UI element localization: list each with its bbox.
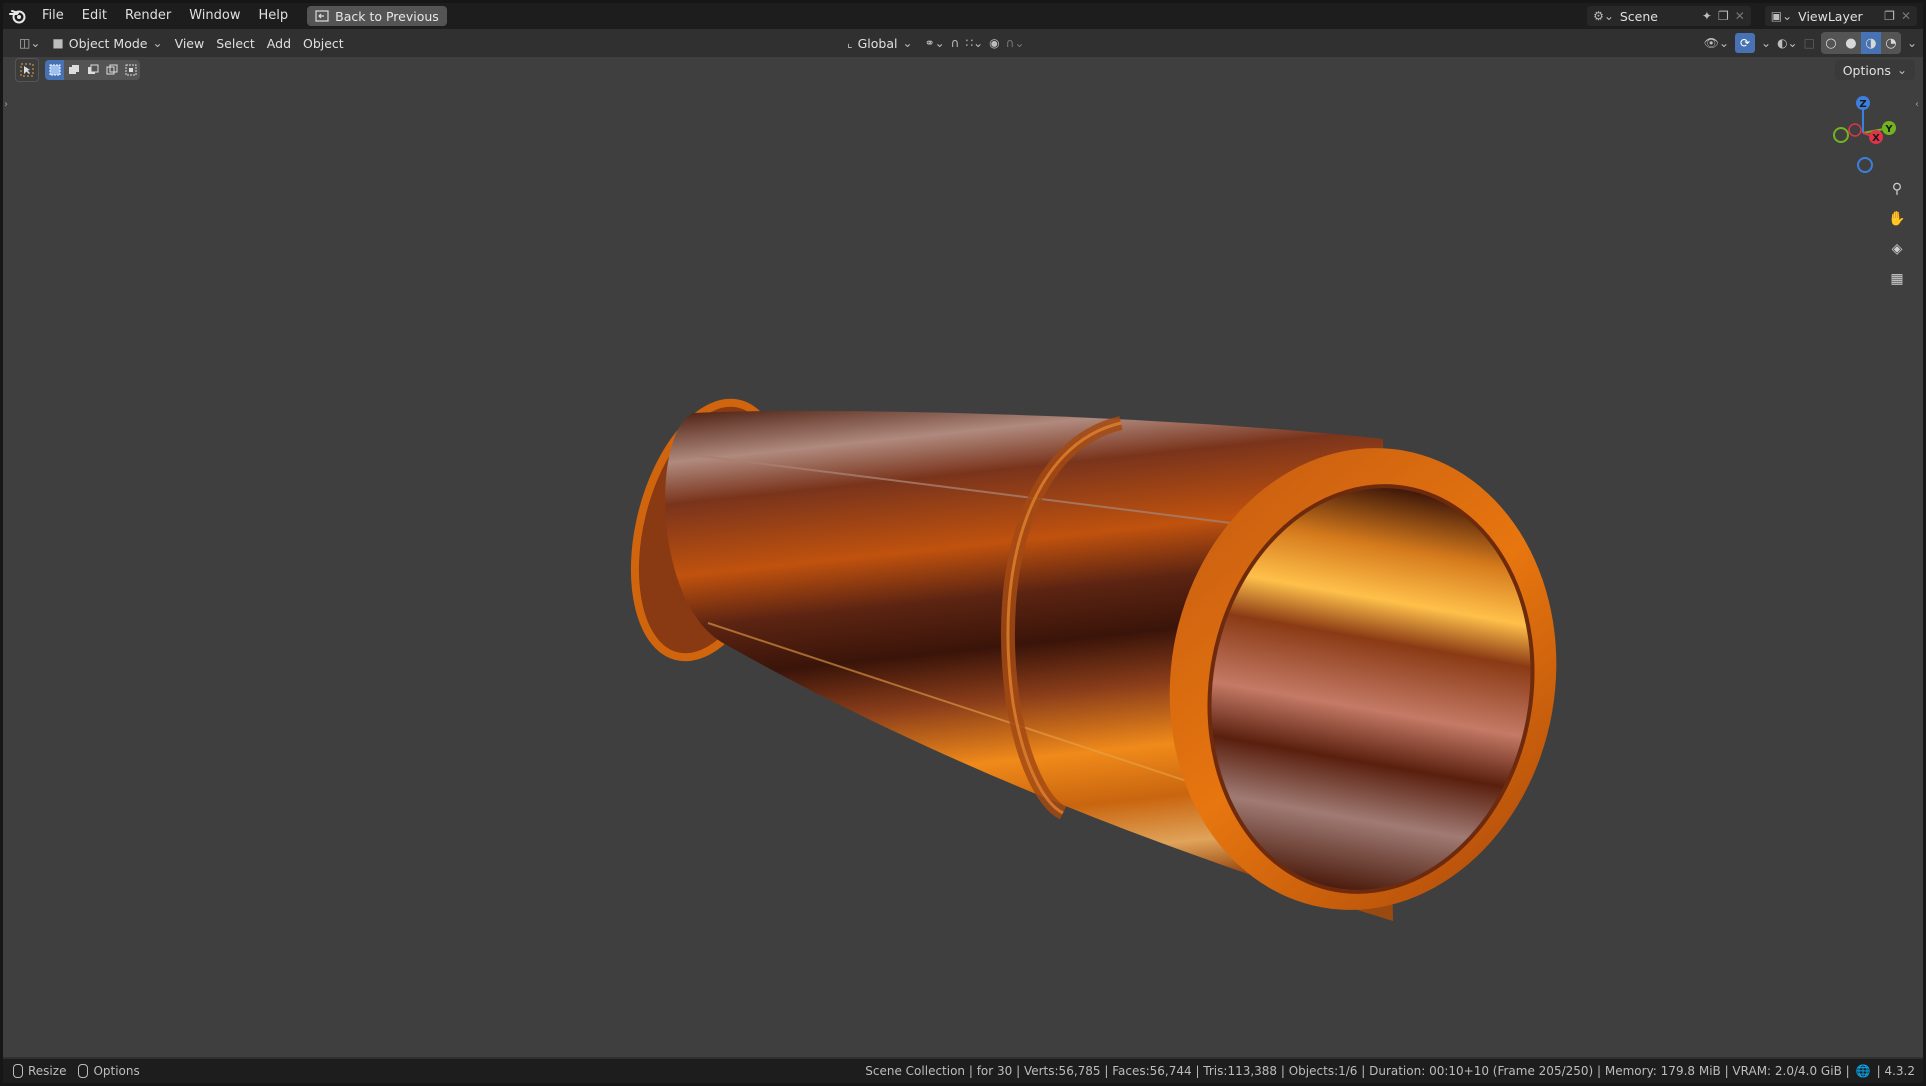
- scene-statistics: Scene Collection | for 30 | Verts:56,785…: [865, 1059, 1915, 1083]
- options-hint: Options: [78, 1063, 140, 1079]
- chevron-down-icon: ⌄: [152, 36, 163, 50]
- scene-icon: ⚙⌄: [1593, 9, 1614, 23]
- chevron-down-icon: ⌄: [1896, 63, 1907, 77]
- z-axis-label: Z: [1859, 99, 1866, 110]
- menu-help[interactable]: Help: [250, 3, 298, 29]
- globe-icon: 🌐: [1855, 1064, 1871, 1078]
- status-hints: Resize Options: [3, 1064, 140, 1079]
- version-text: | 4.3.2: [1876, 1064, 1915, 1078]
- resize-hint: Resize: [13, 1064, 66, 1079]
- solid-shading-icon[interactable]: ●: [1840, 32, 1861, 54]
- delete-scene-icon[interactable]: ✕: [1735, 9, 1745, 23]
- options-label: Options: [1842, 62, 1891, 78]
- 3d-viewport[interactable]: [3, 57, 1923, 1057]
- chevron-down-icon: ⌄: [902, 36, 913, 50]
- object-menu[interactable]: Object: [297, 32, 350, 54]
- menu-render[interactable]: Render: [116, 3, 180, 29]
- scene-selector[interactable]: ⚙⌄ Scene ✦ ❐ ✕: [1587, 6, 1751, 26]
- zoom-icon[interactable]: ⚲: [1885, 177, 1909, 201]
- options-hint-label: Options: [93, 1063, 140, 1078]
- visibility-icon[interactable]: 👁⌄: [1704, 36, 1729, 50]
- neg-y-axis-icon[interactable]: [1833, 127, 1849, 143]
- rendered-shading-icon[interactable]: ◔: [1880, 32, 1901, 54]
- mode-dropdown[interactable]: ■ Object Mode ⌄: [46, 32, 168, 54]
- viewlayer-selector[interactable]: ▣⌄ ViewLayer ❐ ✕: [1764, 6, 1917, 26]
- snap-icon[interactable]: ∩: [951, 36, 960, 50]
- falloff-icon[interactable]: ∩⌄: [1006, 36, 1025, 50]
- new-scene-icon[interactable]: ❐: [1718, 9, 1729, 23]
- wireframe-shading-icon[interactable]: ○: [1820, 32, 1841, 54]
- snap-target-icon[interactable]: ∷⌄: [965, 36, 983, 50]
- transform-controls: ⌞ Global ⌄ ⚭⌄ ∩ ∷⌄ ◉ ∩⌄: [841, 32, 1025, 54]
- new-viewlayer-icon[interactable]: ❐: [1884, 9, 1895, 23]
- scene-name[interactable]: Scene: [1620, 9, 1696, 24]
- viewport-display-controls: 👁⌄ ⟳ ⌄ ◐⌄ □ ○ ● ◑ ◔ ⌄: [1704, 32, 1917, 54]
- status-bar: Resize Options Scene Collection | for 30…: [3, 1059, 1923, 1083]
- y-axis-label: Y: [1884, 124, 1893, 135]
- stats-text: Scene Collection | for 30 | Verts:56,785…: [865, 1064, 1850, 1078]
- neg-z-axis-icon[interactable]: [1857, 157, 1873, 173]
- set-new-selection-icon[interactable]: [45, 60, 64, 80]
- xray-icon[interactable]: □: [1804, 36, 1815, 50]
- selection-mode-group: [45, 60, 140, 80]
- blender-window: File Edit Render Window Help Back to Pre…: [3, 3, 1923, 1083]
- shading-dropdown-icon[interactable]: ⌄: [1907, 36, 1917, 50]
- proportional-edit-icon[interactable]: ◉: [989, 36, 999, 50]
- object-mode-icon: ■: [52, 36, 64, 50]
- back-to-previous-label: Back to Previous: [335, 8, 439, 24]
- orientation-dropdown[interactable]: ⌞ Global ⌄: [841, 32, 919, 54]
- blender-logo-icon[interactable]: [3, 3, 33, 29]
- ortho-grid-icon[interactable]: ▦: [1885, 267, 1909, 291]
- navigation-gizmo[interactable]: Z Y X: [1821, 91, 1905, 175]
- pin-icon[interactable]: ✦: [1702, 9, 1712, 23]
- menu-edit[interactable]: Edit: [73, 3, 116, 29]
- viewlayer-icon: ▣⌄: [1770, 9, 1793, 23]
- editor-type-icon: ◫⌄: [19, 36, 41, 50]
- shading-mode-group: ○ ● ◑ ◔: [1820, 32, 1901, 54]
- back-to-previous-icon: [315, 10, 329, 22]
- delete-viewlayer-icon[interactable]: ✕: [1901, 9, 1911, 23]
- mouse-left-icon: [13, 1064, 23, 1079]
- workspace-selectors: ⚙⌄ Scene ✦ ❐ ✕ ▣⌄ ViewLayer ❐ ✕: [1587, 6, 1917, 26]
- back-to-previous-button[interactable]: Back to Previous: [307, 6, 447, 26]
- viewport-header: ◫⌄ ■ Object Mode ⌄ View Select Add Objec…: [3, 29, 1923, 57]
- toolbar-expand-arrow-icon[interactable]: ›: [4, 99, 8, 110]
- gizmo-toggle-icon[interactable]: ⟳: [1735, 33, 1755, 53]
- neg-x-axis-icon[interactable]: [1848, 123, 1862, 137]
- mode-label: Object Mode: [68, 35, 148, 51]
- orientation-label: Global: [857, 35, 898, 51]
- menu-file[interactable]: File: [33, 3, 73, 29]
- menu-window[interactable]: Window: [180, 3, 249, 29]
- sidebar-expand-arrow-icon[interactable]: ‹: [1915, 99, 1919, 110]
- hand-pan-icon[interactable]: ✋: [1885, 207, 1909, 231]
- resize-label: Resize: [28, 1063, 67, 1078]
- orientation-axes-icon: ⌞: [847, 36, 853, 50]
- add-menu[interactable]: Add: [261, 32, 297, 54]
- top-menu-bar: File Edit Render Window Help Back to Pre…: [3, 3, 1923, 29]
- copper-tube-render: [630, 398, 1557, 921]
- viewlayer-name[interactable]: ViewLayer: [1798, 9, 1878, 24]
- overlays-icon[interactable]: ◐⌄: [1777, 36, 1798, 50]
- camera-view-icon[interactable]: ◈: [1885, 237, 1909, 261]
- pivot-point-icon[interactable]: ⚭⌄: [925, 36, 945, 50]
- gizmo-dropdown-icon[interactable]: ⌄: [1761, 36, 1771, 50]
- intersect-selection-icon[interactable]: [121, 60, 140, 80]
- x-axis-label: X: [1872, 133, 1880, 144]
- invert-selection-icon[interactable]: [102, 60, 121, 80]
- editor-type-button[interactable]: ◫⌄: [13, 32, 46, 54]
- view-menu[interactable]: View: [169, 32, 211, 54]
- select-tool-icon[interactable]: [15, 58, 39, 82]
- select-menu[interactable]: Select: [210, 32, 261, 54]
- mouse-right-icon: [78, 1064, 89, 1079]
- tool-settings-row: [15, 58, 140, 82]
- material-preview-shading-icon[interactable]: ◑: [1860, 32, 1881, 54]
- extend-selection-icon[interactable]: [64, 60, 83, 80]
- options-dropdown[interactable]: Options ⌄: [1834, 60, 1915, 80]
- subtract-selection-icon[interactable]: [83, 60, 102, 80]
